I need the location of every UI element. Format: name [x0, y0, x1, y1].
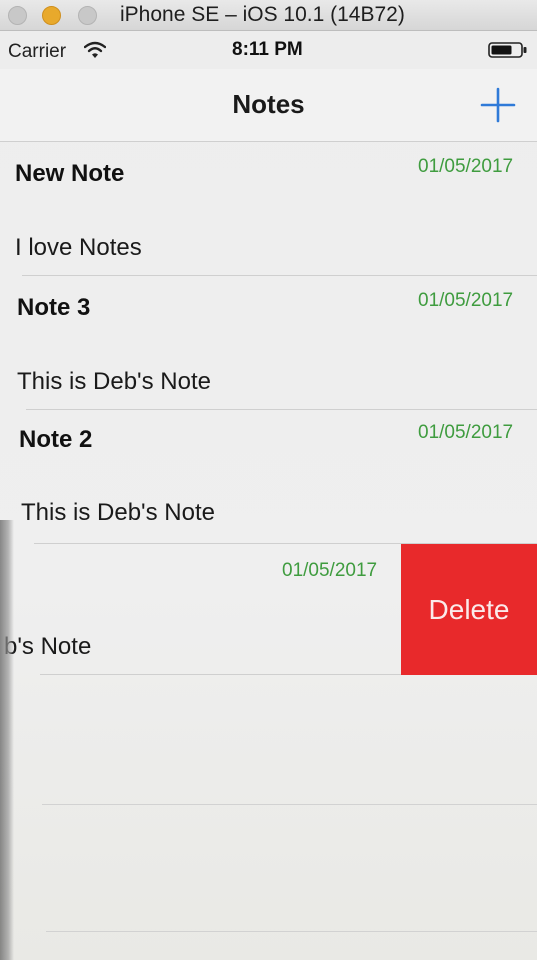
note-title: Note 3: [17, 294, 91, 321]
navigation-bar: Notes: [0, 69, 537, 142]
note-date: 01/05/2017: [418, 290, 514, 311]
list-item[interactable]: Note 3 01/05/2017 This is Deb's Note: [0, 276, 537, 410]
minimize-window-button[interactable]: [42, 6, 61, 25]
note-body: This is Deb's Note: [17, 368, 211, 395]
simulator-title-bar: iPhone SE – iOS 10.1 (14B72): [0, 0, 537, 31]
note-title: Note 2: [19, 426, 93, 453]
note-title: New Note: [15, 160, 125, 187]
note-cell: New Note 01/05/2017 I love Notes: [0, 142, 537, 276]
phone-screen: Carrier 8:11 PM Notes New Note 01/05/201…: [0, 31, 537, 960]
note-date: 01/05/2017: [282, 560, 378, 581]
note-date: 01/05/2017: [418, 156, 514, 177]
status-time: 8:11 PM: [232, 39, 303, 60]
simulator-window: iPhone SE – iOS 10.1 (14B72) Carrier 8:1…: [0, 0, 537, 960]
page-title: Notes: [232, 89, 305, 119]
note-cell: Note 3 01/05/2017 This is Deb's Note: [0, 276, 537, 410]
simulator-title: iPhone SE – iOS 10.1 (14B72): [120, 3, 405, 26]
note-date: 01/05/2017: [418, 422, 514, 443]
note-body: This is Deb's Note: [21, 499, 215, 526]
device-edge: [0, 520, 14, 960]
delete-button[interactable]: Delete: [401, 544, 537, 675]
note-cell: Note 2 01/05/2017 This is Deb's Note: [0, 410, 537, 544]
status-bar: Carrier 8:11 PM: [0, 31, 537, 69]
row-separator: [42, 804, 537, 805]
note-body: I love Notes: [15, 234, 142, 261]
zoom-window-button[interactable]: [78, 6, 97, 25]
close-window-button[interactable]: [8, 6, 27, 25]
plus-icon[interactable]: [478, 85, 518, 125]
carrier-label: Carrier: [8, 41, 67, 62]
row-separator: [40, 674, 401, 675]
list-item[interactable]: Note 2 01/05/2017 This is Deb's Note: [0, 410, 537, 544]
note-body: b's Note: [4, 633, 92, 660]
wifi-icon: [84, 41, 106, 58]
row-separator: [46, 931, 537, 932]
list-item-swiped[interactable]: 01/05/2017 b's Note Delete: [0, 544, 537, 675]
battery-icon: [488, 42, 527, 58]
notes-list: New Note 01/05/2017 I love Notes Note 3 …: [0, 142, 537, 675]
list-item[interactable]: New Note 01/05/2017 I love Notes: [0, 142, 537, 276]
